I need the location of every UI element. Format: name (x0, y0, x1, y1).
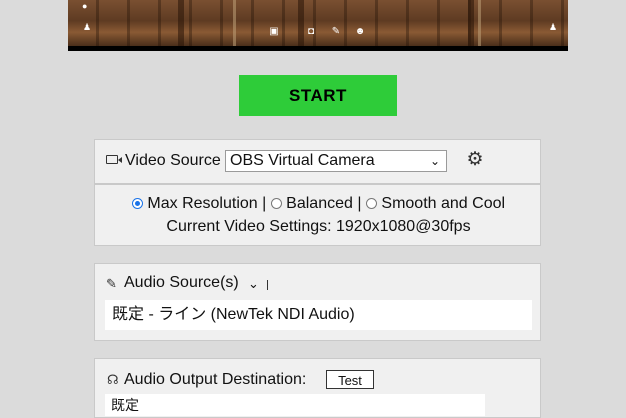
preview-rope (478, 0, 481, 46)
audio-output-label: Audio Output Destination: (124, 371, 307, 388)
quality-radio-group: Max Resolution | Balanced | Smooth and C… (95, 195, 542, 213)
emoji-icon[interactable]: ☻ (353, 25, 367, 38)
audio-output-panel: ☊ Audio Output Destination: Test 既定 (94, 358, 541, 418)
chevron-down-icon: ⌄ (429, 154, 440, 168)
divider (267, 280, 268, 290)
balanced-label: Balanced | (286, 195, 362, 212)
microphone-icon: ✎ (106, 276, 117, 291)
headphones-icon: ☊ (107, 372, 119, 387)
audio-source-label: Audio Source(s) (124, 274, 239, 291)
max-resolution-label: Max Resolution | (147, 195, 267, 212)
camera-toggle-icon[interactable]: ▣ (267, 25, 281, 38)
video-camera-icon (106, 155, 122, 164)
video-source-panel: Video Source OBS Virtual Camera ⌄ ⚙ (94, 139, 541, 184)
radio-balanced[interactable] (270, 198, 282, 209)
video-source-select[interactable]: OBS Virtual Camera ⌄ (225, 150, 447, 172)
snapshot-icon[interactable]: ◘ (304, 25, 318, 38)
preview-plank (298, 0, 304, 46)
user-icon[interactable]: ♟ (83, 22, 91, 32)
preview-image (68, 0, 568, 46)
video-preview: ● ♟ ♟ ▣ ◘ ✎ ☻ (68, 0, 568, 51)
video-source-selected: OBS Virtual Camera (230, 152, 375, 169)
mute-mic-icon[interactable]: ✎ (329, 25, 343, 38)
video-source-label: Video Source (125, 152, 221, 169)
preview-rope (233, 0, 236, 46)
radio-max-resolution[interactable] (131, 198, 143, 209)
audio-source-panel: ✎ Audio Source(s) ⌄ 既定 - ライン (NewTek NDI… (94, 263, 541, 341)
preview-plank (178, 0, 184, 46)
audio-output-select[interactable]: 既定 (105, 394, 485, 416)
gear-icon[interactable]: ⚙ (465, 150, 485, 170)
video-quality-panel: Max Resolution | Balanced | Smooth and C… (94, 184, 541, 246)
preview-bottom-bar (68, 46, 568, 51)
current-video-settings: Current Video Settings: 1920x1080@30fps (166, 218, 471, 235)
chat-icon[interactable]: ● (82, 1, 87, 11)
test-audio-button[interactable]: Test (326, 370, 374, 389)
radio-smooth-and-cool[interactable] (365, 198, 377, 209)
chevron-down-icon[interactable]: ⌄ (248, 276, 259, 292)
preview-plank (468, 0, 474, 46)
smooth-label: Smooth and Cool (381, 195, 506, 212)
audio-source-item[interactable]: 既定 - ライン (NewTek NDI Audio) (105, 300, 532, 330)
start-button[interactable]: START (239, 75, 397, 116)
user-icon[interactable]: ♟ (549, 22, 557, 32)
